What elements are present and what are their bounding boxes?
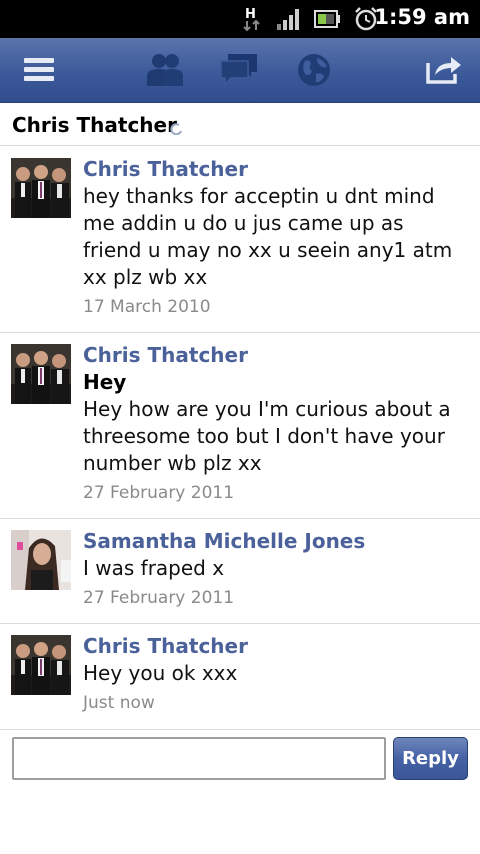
message-sender[interactable]: Chris Thatcher: [83, 156, 468, 183]
avatar[interactable]: [11, 158, 71, 218]
reply-input[interactable]: [12, 737, 386, 780]
messages-icon[interactable]: [219, 52, 259, 92]
message-date: Just now: [83, 693, 155, 713]
notifications-globe-icon[interactable]: [296, 52, 332, 92]
app-toolbar: [0, 38, 480, 103]
message-body: Hey how are you I'm curious about a thre…: [83, 397, 451, 475]
message-body: Hey you ok xxx: [83, 661, 238, 685]
network-h-icon: H: [242, 4, 262, 36]
battery-icon: [314, 9, 342, 33]
menu-icon[interactable]: [22, 55, 56, 89]
share-icon[interactable]: [425, 53, 463, 89]
signal-icon: [276, 8, 302, 34]
avatar[interactable]: [11, 635, 71, 695]
message-item: Chris Thatcher Hey you ok xxx Just now: [0, 624, 480, 730]
page-title: Chris Thatcher: [12, 113, 177, 137]
message-body: hey thanks for acceptin u dnt mind me ad…: [83, 184, 453, 289]
message-item: Samantha Michelle Jones I was fraped x 2…: [0, 519, 480, 624]
message-date: 27 February 2011: [83, 588, 235, 608]
avatar[interactable]: [11, 344, 71, 404]
friends-icon[interactable]: [145, 52, 185, 92]
message-body: I was fraped x: [83, 556, 225, 580]
clock-time: 1:59 am: [374, 5, 470, 29]
message-sender[interactable]: Chris Thatcher: [83, 342, 468, 369]
status-bar: H 1:59 am: [0, 0, 480, 38]
message-date: 27 February 2011: [83, 483, 235, 503]
message-item: Chris Thatcher hey thanks for acceptin u…: [0, 147, 480, 333]
thread-header: Chris Thatcher: [0, 103, 480, 146]
reply-button[interactable]: Reply: [393, 737, 468, 780]
message-content: Chris Thatcher hey thanks for acceptin u…: [83, 156, 468, 321]
loading-spinner-icon: [170, 120, 182, 139]
message-subject: Hey: [83, 370, 127, 394]
message-sender[interactable]: Chris Thatcher: [83, 633, 468, 660]
avatar[interactable]: [11, 530, 71, 590]
message-sender[interactable]: Samantha Michelle Jones: [83, 528, 468, 555]
message-content: Chris Thatcher Hey you ok xxx Just now: [83, 633, 468, 717]
message-content: Chris Thatcher Hey Hey how are you I'm c…: [83, 342, 468, 507]
message-date: 17 March 2010: [83, 297, 211, 317]
message-content: Samantha Michelle Jones I was fraped x 2…: [83, 528, 468, 612]
message-item: Chris Thatcher Hey Hey how are you I'm c…: [0, 333, 480, 519]
svg-text:H: H: [245, 7, 256, 22]
